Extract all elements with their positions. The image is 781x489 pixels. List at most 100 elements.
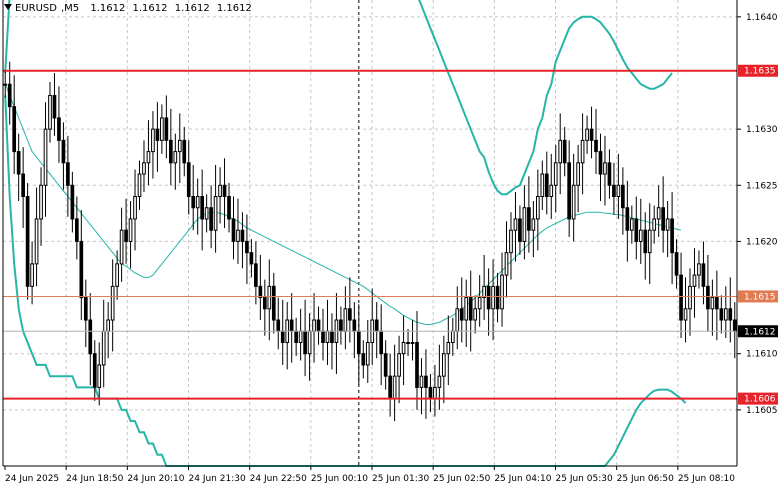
candle-body	[643, 229, 648, 254]
candle-body	[348, 308, 352, 321]
candle-body	[79, 240, 84, 299]
candle-body	[16, 151, 21, 175]
candle-body	[276, 319, 281, 332]
candle-body	[227, 196, 231, 220]
candle-body	[670, 218, 674, 254]
collapse-triangle-icon[interactable]	[4, 4, 12, 10]
candle-body	[231, 218, 236, 242]
candle-body	[151, 128, 155, 153]
candle-body	[173, 151, 178, 164]
candle-body	[625, 207, 630, 231]
candle-body	[106, 319, 111, 332]
candle-body	[48, 94, 52, 130]
candle-body	[638, 229, 643, 242]
candle-body	[75, 218, 79, 242]
candle-body	[459, 308, 464, 321]
candle-body	[365, 341, 370, 366]
candle-body	[316, 319, 321, 332]
candle-body	[558, 139, 563, 164]
x-tick-label: 25 Jun 08:10	[678, 474, 735, 484]
candle-body	[240, 229, 245, 242]
candle-body	[504, 252, 509, 276]
candle-body	[101, 330, 106, 366]
x-tick-label: 25 Jun 01:30	[372, 474, 429, 484]
candle-body	[683, 308, 688, 321]
candle-body	[25, 196, 30, 287]
candle-body	[437, 375, 442, 388]
candle-body	[222, 184, 227, 198]
candle-body	[629, 218, 634, 231]
price-level-label: 1.1635	[744, 67, 776, 77]
candle-body	[656, 207, 661, 220]
candle-body	[464, 297, 469, 321]
candle-body	[115, 263, 119, 287]
candle-body	[110, 285, 115, 321]
candle-body	[177, 139, 182, 153]
candle-body	[39, 184, 43, 220]
current-price-label: 1.1612	[744, 327, 776, 337]
candle-body	[500, 274, 504, 310]
ohlc-low: 1.1612	[174, 3, 210, 14]
candle-body	[665, 218, 670, 231]
candle-body	[325, 330, 330, 343]
candle-body	[34, 218, 39, 265]
candle-body	[513, 218, 518, 231]
candle-body	[3, 83, 8, 86]
candle-body	[433, 386, 437, 400]
candle-body	[142, 162, 146, 175]
candle-body	[621, 184, 625, 209]
candle-body	[267, 285, 272, 310]
price-level-label: 1.1606	[744, 395, 776, 405]
ohlc-high: 1.1612	[132, 3, 168, 14]
x-tick-label: 25 Jun 00:10	[311, 474, 368, 484]
candle-body	[92, 353, 97, 388]
candle-body	[719, 308, 724, 321]
candle-body	[701, 263, 706, 287]
candle-body	[661, 207, 665, 231]
candle-body	[679, 274, 683, 321]
y-tick-label: 1.1605	[746, 406, 778, 416]
candle-body	[576, 162, 580, 186]
candle-body	[450, 330, 455, 343]
candle-body	[155, 128, 160, 141]
candle-body	[732, 319, 737, 332]
candle-body	[254, 263, 258, 287]
candle-body	[374, 319, 379, 332]
candle-body	[88, 319, 93, 355]
candle-body	[191, 196, 196, 209]
candle-body	[553, 162, 558, 186]
candle-body	[330, 330, 334, 343]
candle-body	[401, 341, 406, 355]
candle-body	[280, 330, 285, 343]
candle-body	[442, 353, 446, 377]
ohlc-open: 1.1612	[90, 3, 126, 14]
candle-body	[213, 196, 218, 231]
candle-body	[562, 139, 567, 164]
candle-body	[303, 330, 307, 355]
candle-body	[160, 117, 164, 141]
candle-body	[397, 353, 401, 377]
candle-body	[137, 173, 142, 198]
candle-body	[603, 162, 607, 175]
candle-body	[616, 184, 621, 198]
candle-body	[486, 285, 491, 310]
candle-body	[352, 319, 357, 332]
candle-body	[706, 285, 710, 310]
candle-body	[43, 128, 48, 186]
bb-middle-line	[4, 84, 682, 325]
x-tick-label: 24 Jun 21:30	[189, 474, 246, 484]
candle-body	[688, 285, 692, 310]
candle-body	[70, 184, 75, 220]
symbol-label: EURUSD ,M5	[15, 3, 80, 14]
candle-body	[298, 330, 303, 343]
y-tick-label: 1.1610	[746, 350, 778, 360]
candle-body	[540, 173, 545, 198]
candle-body	[97, 364, 102, 388]
candle-body	[647, 229, 652, 254]
candle-body	[567, 162, 572, 220]
candle-body	[195, 196, 200, 209]
candle-body	[674, 252, 679, 276]
candle-body	[236, 229, 240, 242]
candle-body	[612, 184, 616, 198]
candle-body	[710, 297, 715, 310]
